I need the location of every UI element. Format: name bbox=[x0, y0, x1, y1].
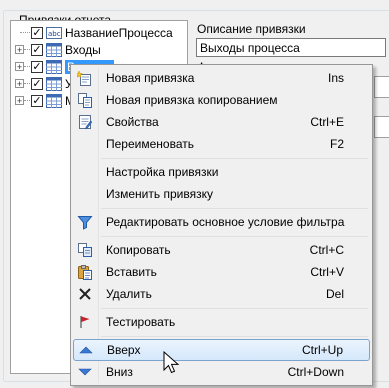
arrow-up-icon bbox=[78, 342, 94, 358]
description-label: Описание привязки bbox=[197, 22, 306, 36]
menu-item-change-binding[interactable]: Изменить привязку bbox=[73, 183, 370, 205]
menu-separator bbox=[101, 336, 368, 337]
table-icon bbox=[46, 93, 62, 108]
expand-icon[interactable]: + bbox=[15, 96, 24, 106]
abc-field-icon: abc bbox=[46, 26, 62, 40]
table-icon bbox=[46, 59, 62, 74]
menu-item-binding-settings[interactable]: Настройка привязки bbox=[73, 161, 370, 183]
menu-item-new-binding[interactable]: Новая привязка Ins bbox=[73, 67, 370, 89]
mouse-pointer-icon bbox=[163, 350, 181, 375]
table-icon bbox=[46, 76, 62, 91]
checkbox[interactable]: ✓ bbox=[31, 77, 43, 90]
tree-item-label: Входы bbox=[65, 42, 101, 57]
menu-separator bbox=[101, 158, 368, 159]
menu-separator bbox=[101, 308, 368, 309]
delete-icon bbox=[77, 286, 93, 302]
menu-item-move-up[interactable]: Вверх Ctrl+Up bbox=[73, 339, 370, 361]
tree-item[interactable]: + ✓ М bbox=[11, 92, 75, 109]
copy-icon bbox=[77, 242, 93, 258]
paste-icon bbox=[77, 264, 93, 280]
new-binding-icon bbox=[75, 70, 93, 86]
menu-item-move-down[interactable]: Вниз Ctrl+Down bbox=[73, 361, 370, 383]
menu-item-rename[interactable]: Переименовать F2 bbox=[73, 133, 370, 155]
expand-icon[interactable]: + bbox=[15, 62, 24, 72]
tree-item[interactable]: + ✓ Входы bbox=[11, 41, 101, 58]
table-icon bbox=[46, 42, 62, 57]
expand-icon[interactable]: + bbox=[15, 45, 24, 55]
tree-item[interactable]: ✓ abc НазваниеПроцесса bbox=[11, 24, 173, 41]
menu-separator bbox=[101, 236, 368, 237]
menu-item-new-binding-copy[interactable]: Новая привязка копированием bbox=[73, 89, 370, 111]
expand-icon[interactable]: + bbox=[15, 79, 24, 89]
checkbox[interactable]: ✓ bbox=[31, 60, 43, 73]
field-edge[interactable] bbox=[374, 116, 389, 138]
arrow-down-icon bbox=[77, 364, 93, 380]
copy-binding-icon bbox=[77, 92, 93, 108]
description-field[interactable]: Выходы процесса bbox=[196, 38, 386, 57]
menu-item-paste[interactable]: Вставить Ctrl+V bbox=[73, 261, 370, 283]
checkbox[interactable]: ✓ bbox=[31, 43, 43, 56]
menu-item-edit-filter[interactable]: Редактировать основное условие фильтра bbox=[73, 211, 370, 233]
menu-item-properties[interactable]: Свойства Ctrl+E bbox=[73, 111, 370, 133]
checkbox[interactable]: ✓ bbox=[31, 94, 43, 107]
tree-item[interactable]: + ✓ У bbox=[11, 75, 73, 92]
menu-item-test[interactable]: Тестировать bbox=[73, 311, 370, 333]
filter-icon bbox=[77, 214, 93, 230]
menu-item-delete[interactable]: Удалить Del bbox=[73, 283, 370, 305]
svg-text:abc: abc bbox=[48, 30, 61, 38]
properties-icon bbox=[77, 114, 93, 130]
menu-separator bbox=[101, 208, 368, 209]
menu-item-copy[interactable]: Копировать Ctrl+C bbox=[73, 239, 370, 261]
context-menu: Новая привязка Ins Новая привязка копиро… bbox=[70, 64, 373, 386]
tree-item-label: НазваниеПроцесса bbox=[65, 25, 173, 40]
checkbox[interactable]: ✓ bbox=[31, 26, 43, 39]
filter-field-edge[interactable] bbox=[374, 76, 389, 98]
test-flag-icon bbox=[77, 314, 93, 330]
